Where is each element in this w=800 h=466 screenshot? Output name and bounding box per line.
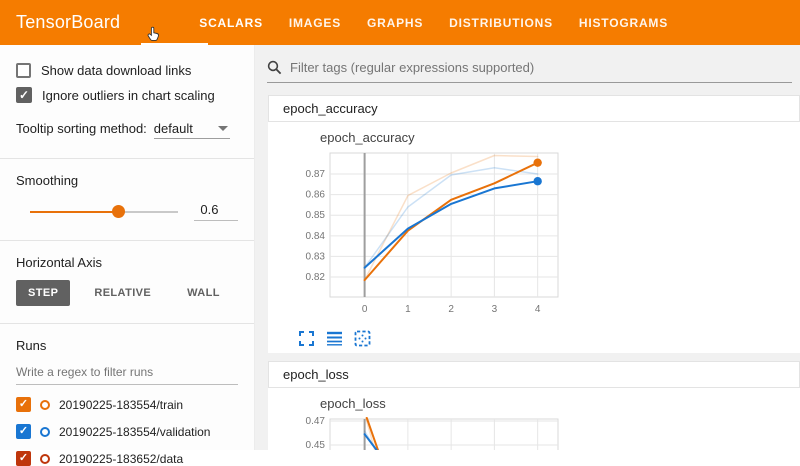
svg-text:0: 0 — [362, 304, 368, 315]
run-train-name: 20190225-183554/train — [59, 398, 183, 412]
svg-text:0.82: 0.82 — [306, 272, 326, 283]
tooltip-sorting-label: Tooltip sorting method: — [16, 121, 147, 136]
runs-filter-input[interactable]: Write a regex to filter runs — [16, 365, 238, 385]
smoothing-slider-fill — [30, 211, 119, 213]
relative-button[interactable]: RELATIVE — [82, 280, 163, 306]
epoch-accuracy-chart: 0.82 0.83 0.84 0.85 0.86 0.87 0 1 2 3 4 — [296, 147, 566, 322]
divider — [0, 240, 254, 241]
show-download-links-checkbox[interactable] — [16, 63, 31, 78]
epoch-loss-chart: 0.470.450.4301234 — [296, 413, 566, 450]
svg-text:1: 1 — [405, 304, 411, 315]
svg-text:0.47: 0.47 — [306, 416, 326, 427]
step-button[interactable]: STEP — [16, 280, 70, 306]
smoothing-label: Smoothing — [16, 173, 238, 188]
smoothing-slider[interactable] — [30, 211, 178, 213]
run-row-train[interactable]: 20190225-183554/train — [16, 397, 238, 412]
ignore-outliers-row[interactable]: Ignore outliers in chart scaling — [16, 87, 238, 103]
section-body-epoch-accuracy: epoch_accuracy 0.820.830.840.850.860.870… — [268, 122, 800, 353]
tab-scalars[interactable]: SCALARS — [186, 0, 276, 45]
divider — [0, 323, 254, 324]
expand-chart-icon[interactable] — [298, 330, 315, 347]
dashboard-main: Filter tags (regular expressions support… — [255, 45, 800, 450]
chart-toolbar — [298, 330, 800, 347]
show-download-links-row[interactable]: Show data download links — [16, 63, 238, 78]
log-scale-icon[interactable] — [326, 330, 343, 347]
wall-button[interactable]: WALL — [175, 280, 232, 306]
mouse-cursor-icon — [147, 26, 162, 42]
nav-tabs: SCALARS IMAGES GRAPHS DISTRIBUTIONS HIST… — [186, 0, 681, 45]
svg-text:0.85: 0.85 — [306, 210, 326, 221]
settings-sidebar: Show data download links Ignore outliers… — [0, 45, 255, 450]
section-epoch-loss: epoch_loss epoch_loss 0.470.450.4301234 — [268, 361, 800, 450]
svg-text:3: 3 — [492, 304, 498, 315]
tooltip-sorting-value: default — [154, 121, 193, 136]
run-validation-checkbox[interactable] — [16, 424, 31, 439]
run-data-color-circle[interactable] — [40, 454, 50, 464]
svg-text:0.83: 0.83 — [306, 251, 326, 262]
section-epoch-accuracy: epoch_accuracy epoch_accuracy 0.820.830.… — [268, 95, 800, 353]
app-title: TensorBoard — [16, 12, 120, 33]
filter-tags-input[interactable]: Filter tags (regular expressions support… — [267, 60, 792, 83]
section-body-epoch-loss: epoch_loss 0.470.450.4301234 — [268, 388, 800, 450]
chart-title-epoch-accuracy: epoch_accuracy — [320, 130, 800, 145]
chevron-down-icon — [218, 126, 228, 131]
smoothing-slider-thumb[interactable] — [112, 205, 125, 218]
horizontal-axis-buttons: STEP RELATIVE WALL — [16, 280, 238, 306]
horizontal-axis-label: Horizontal Axis — [16, 255, 238, 270]
svg-text:0.87: 0.87 — [306, 169, 326, 180]
run-validation-color-circle[interactable] — [40, 427, 50, 437]
tooltip-sorting-dropdown[interactable]: default — [154, 121, 230, 139]
run-validation-name: 20190225-183554/validation — [59, 425, 210, 439]
search-icon — [267, 60, 282, 75]
runs-label: Runs — [16, 338, 238, 353]
svg-text:0.84: 0.84 — [306, 231, 326, 242]
smoothing-slider-row: 0.6 — [16, 202, 238, 221]
section-title: epoch_loss — [283, 367, 349, 382]
divider — [0, 158, 254, 159]
run-row-data[interactable]: 20190225-183652/data — [16, 451, 238, 466]
top-navbar: TensorBoard SCALARS IMAGES GRAPHS DISTRI… — [0, 0, 800, 45]
tab-distributions[interactable]: DISTRIBUTIONS — [436, 0, 566, 45]
run-train-color-circle[interactable] — [40, 400, 50, 410]
run-train-checkbox[interactable] — [16, 397, 31, 412]
smoothing-value-input[interactable]: 0.6 — [194, 202, 238, 221]
tab-graphs[interactable]: GRAPHS — [354, 0, 436, 45]
run-row-validation[interactable]: 20190225-183554/validation — [16, 424, 238, 439]
svg-text:0.45: 0.45 — [306, 440, 326, 450]
run-data-checkbox[interactable] — [16, 451, 31, 466]
section-header-epoch-loss[interactable]: epoch_loss — [268, 361, 800, 388]
show-download-links-label: Show data download links — [41, 63, 191, 78]
section-header-epoch-accuracy[interactable]: epoch_accuracy — [268, 95, 800, 122]
chart-title-epoch-loss: epoch_loss — [320, 396, 800, 411]
svg-text:0.86: 0.86 — [306, 190, 326, 201]
tab-images[interactable]: IMAGES — [276, 0, 354, 45]
section-title: epoch_accuracy — [283, 101, 378, 116]
run-data-name: 20190225-183652/data — [59, 452, 183, 466]
svg-text:2: 2 — [448, 304, 454, 315]
ignore-outliers-label: Ignore outliers in chart scaling — [42, 88, 215, 103]
svg-text:4: 4 — [535, 304, 541, 315]
active-tab-underline — [141, 43, 208, 45]
fit-domain-icon[interactable] — [354, 330, 371, 347]
tab-histograms[interactable]: HISTOGRAMS — [566, 0, 681, 45]
ignore-outliers-checkbox[interactable] — [16, 87, 32, 103]
tooltip-sorting-row: Tooltip sorting method: default — [16, 121, 238, 139]
filter-tags-placeholder: Filter tags (regular expressions support… — [290, 60, 534, 75]
